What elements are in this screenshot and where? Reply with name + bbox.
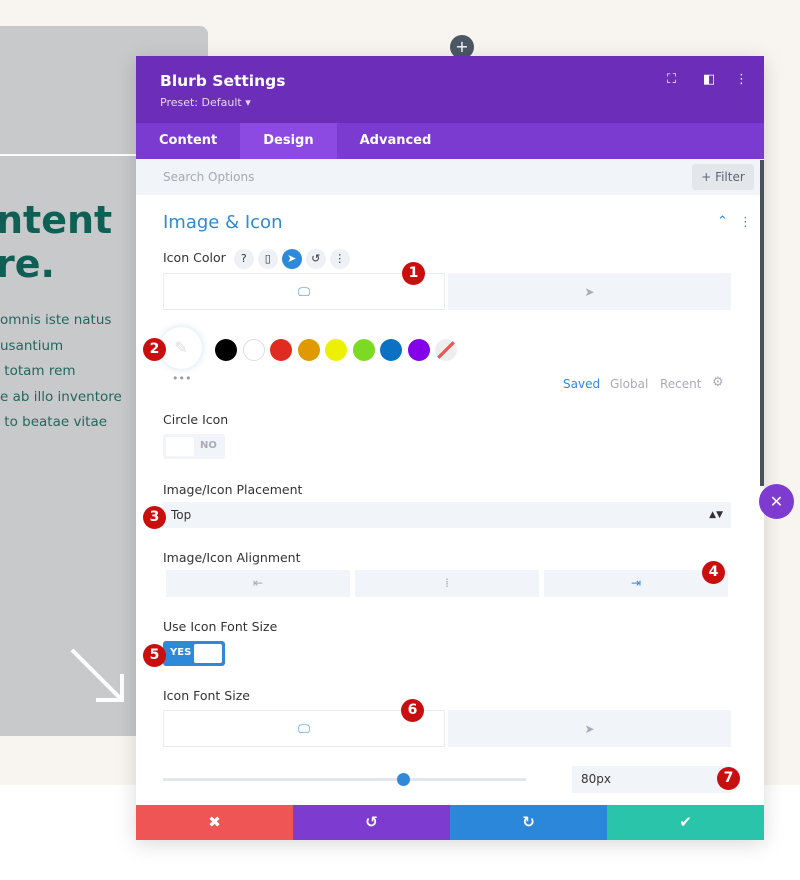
- align-center-button[interactable]: ⁞: [355, 570, 539, 597]
- blurb-settings-modal: Blurb Settings Preset: Default ▾ ⛶ ◧ ⋮ C…: [136, 56, 764, 840]
- section-menu-icon[interactable]: ⋮: [739, 215, 752, 230]
- step-badge: 1: [402, 262, 425, 285]
- tab-content[interactable]: Content: [136, 123, 240, 159]
- color-picker-eyedropper[interactable]: ✎: [160, 327, 202, 369]
- preview-heading: ntent re.: [0, 198, 113, 286]
- collapse-icon[interactable]: ⌃: [717, 214, 728, 229]
- align-right-button[interactable]: ⇥: [544, 570, 728, 597]
- font-size-label: Icon Font Size: [163, 688, 250, 703]
- swatch-none[interactable]: [435, 339, 457, 361]
- cursor-icon: ➤: [584, 721, 595, 736]
- step-badge: 6: [401, 699, 424, 722]
- step-badge: 4: [702, 561, 725, 584]
- preview-body: omnis iste natus usantium totam rem e ab…: [0, 312, 122, 430]
- hover-cursor-icon[interactable]: ➤: [281, 249, 302, 269]
- swatch-purple[interactable]: [408, 339, 430, 361]
- search-options-input[interactable]: Search Options + Filter: [136, 159, 764, 195]
- desktop-icon: 🖵: [298, 284, 310, 298]
- close-button[interactable]: ✕: [759, 484, 794, 519]
- placement-select[interactable]: Top ▲▼: [163, 502, 731, 528]
- help-icon[interactable]: ?: [233, 249, 254, 269]
- toggle-state: YES: [170, 647, 192, 658]
- swatch-orange[interactable]: [298, 339, 320, 361]
- modal-title: Blurb Settings: [160, 72, 286, 90]
- search-placeholder: Search Options: [163, 170, 255, 184]
- swatch-red[interactable]: [270, 339, 292, 361]
- use-font-size-label: Use Icon Font Size: [163, 619, 278, 634]
- preset-dropdown[interactable]: Preset: Default ▾: [160, 96, 251, 109]
- icon-color-label: Icon Color: [163, 250, 226, 265]
- use-font-size-toggle[interactable]: YES: [163, 641, 225, 666]
- cursor-icon: ➤: [584, 284, 595, 299]
- swatch-blue[interactable]: [380, 339, 402, 361]
- alignment-label: Image/Icon Alignment: [163, 550, 301, 565]
- cancel-button[interactable]: ✖: [136, 805, 293, 840]
- step-badge: 5: [143, 644, 166, 667]
- swatch-black[interactable]: [215, 339, 237, 361]
- desktop-icon: 🖵: [298, 721, 310, 735]
- placement-value: Top: [171, 508, 192, 522]
- mobile-icon[interactable]: ▯: [257, 249, 278, 269]
- swatch-white[interactable]: [243, 339, 265, 361]
- font-size-slider[interactable]: [163, 773, 526, 786]
- options-icon[interactable]: ⋮: [329, 249, 350, 269]
- reset-icon[interactable]: ↺: [305, 249, 326, 269]
- arrow-icon: [70, 648, 124, 702]
- fullscreen-icon[interactable]: ⛶: [667, 72, 676, 87]
- hover-tab[interactable]: ➤: [448, 273, 731, 310]
- tab-design[interactable]: Design: [240, 123, 337, 159]
- slider-handle[interactable]: [396, 773, 410, 786]
- swatch-green[interactable]: [353, 339, 375, 361]
- select-arrows-icon: ▲▼: [709, 510, 723, 520]
- palette-recent-tab[interactable]: Recent: [660, 377, 701, 391]
- filter-button[interactable]: + Filter: [692, 164, 754, 190]
- hover-tab[interactable]: ➤: [448, 710, 731, 747]
- palette-saved-tab[interactable]: Saved: [563, 377, 600, 391]
- align-left-button[interactable]: ⇤: [166, 570, 350, 597]
- step-badge: 3: [143, 506, 166, 529]
- toggle-state: NO: [200, 440, 217, 451]
- swatch-yellow[interactable]: [325, 339, 347, 361]
- redo-button[interactable]: ↻: [450, 805, 607, 840]
- more-swatches-icon[interactable]: •••: [172, 372, 191, 385]
- circle-icon-toggle[interactable]: NO: [163, 434, 225, 459]
- palette-global-tab[interactable]: Global: [610, 377, 648, 391]
- section-title[interactable]: Image & Icon: [163, 212, 282, 233]
- scrollbar[interactable]: [760, 160, 764, 486]
- step-badge: 2: [143, 338, 166, 361]
- placement-label: Image/Icon Placement: [163, 482, 303, 497]
- save-button[interactable]: ✔: [607, 805, 764, 840]
- font-size-input[interactable]: 80px: [572, 766, 731, 793]
- undo-button[interactable]: ↺: [293, 805, 450, 840]
- sidebar-layout-icon[interactable]: ◧: [703, 72, 715, 87]
- circle-icon-label: Circle Icon: [163, 412, 229, 427]
- step-badge: 7: [717, 767, 740, 790]
- more-options-icon[interactable]: ⋮: [735, 72, 748, 87]
- tab-advanced[interactable]: Advanced: [337, 123, 455, 159]
- palette-settings-icon[interactable]: ⚙: [712, 375, 724, 390]
